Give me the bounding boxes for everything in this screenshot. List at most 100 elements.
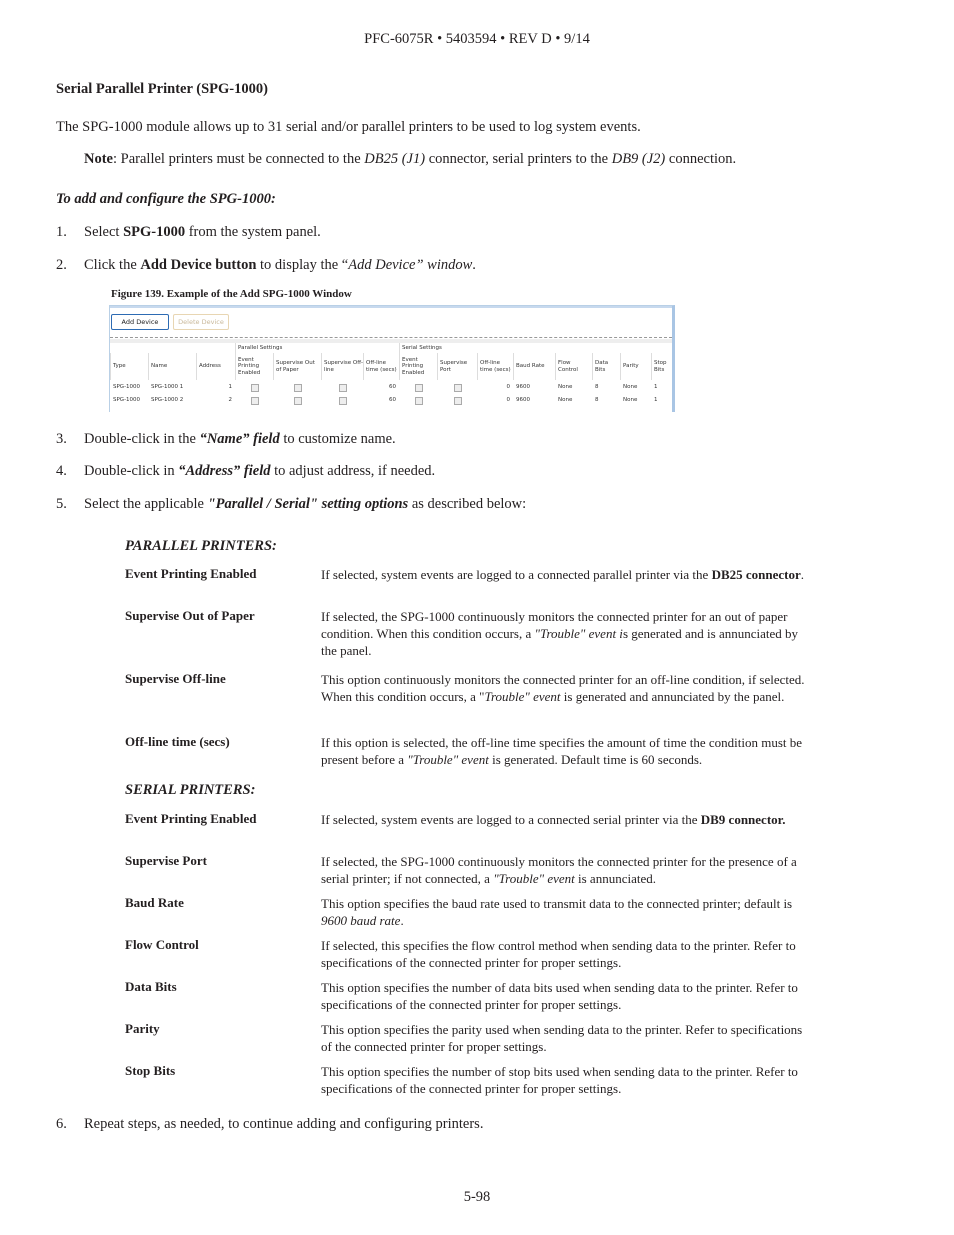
- cell-parity[interactable]: None: [623, 381, 648, 393]
- step-5: 5. Select the applicable "Parallel / Seri…: [56, 496, 526, 513]
- checkbox[interactable]: [339, 384, 347, 392]
- cell-baud[interactable]: 9600: [516, 381, 552, 393]
- option-description: If selected, the SPG-1000 continuously m…: [321, 608, 811, 659]
- checkbox[interactable]: [294, 384, 302, 392]
- column-header[interactable]: Supervise Out of Paper: [273, 353, 321, 380]
- step-number: 6.: [56, 1116, 67, 1132]
- description-text: This option specifies the number of data…: [321, 980, 798, 1012]
- column-header[interactable]: Baud Rate: [513, 353, 555, 380]
- column-header[interactable]: Off-line time (secs): [363, 353, 399, 380]
- column-header[interactable]: Address: [196, 353, 235, 380]
- column-header[interactable]: Name: [148, 353, 196, 380]
- checkbox[interactable]: [415, 384, 423, 392]
- column-header[interactable]: Stop Bits: [651, 353, 671, 380]
- column-header[interactable]: Type: [110, 353, 148, 380]
- figure-caption: Figure 139. Example of the Add SPG-1000 …: [111, 288, 352, 300]
- step-italic: Add Device” window: [348, 257, 473, 273]
- step-text: to display the “: [256, 257, 349, 273]
- cell-p-time[interactable]: 60: [366, 381, 396, 393]
- description-italic: "Trouble" event: [493, 871, 575, 886]
- option-description: If selected, system events are logged to…: [321, 566, 811, 583]
- column-header[interactable]: Off-line time (secs): [477, 353, 513, 380]
- column-header[interactable]: Data Bits: [592, 353, 620, 380]
- add-device-window: Add Device Delete Device Parallel Settin…: [109, 305, 675, 412]
- checkbox[interactable]: [339, 397, 347, 405]
- checkbox[interactable]: [251, 397, 259, 405]
- option-term: Parity: [125, 1021, 160, 1036]
- cell-s-time[interactable]: 0: [480, 394, 511, 406]
- page-number: 5-98: [463, 1189, 491, 1205]
- option-term: Event Printing Enabled: [125, 566, 257, 581]
- option-term: Off-line time (secs): [125, 734, 230, 749]
- column-header[interactable]: Supervise Port: [437, 353, 477, 380]
- description-text: .: [800, 567, 804, 582]
- column-header[interactable]: Flow Control: [555, 353, 592, 380]
- step-number: 5.: [56, 496, 67, 512]
- add-device-button[interactable]: Add Device: [111, 314, 169, 330]
- option-term: Supervise Out of Paper: [125, 608, 255, 623]
- description-text: is generated. Default time is 60 seconds…: [488, 752, 703, 767]
- cell-name[interactable]: SPG-1000 1: [151, 381, 193, 393]
- cell-s-time[interactable]: 0: [480, 381, 511, 393]
- column-header[interactable]: Parity: [620, 353, 651, 380]
- cell-data-bits[interactable]: 8: [595, 381, 617, 393]
- step-text: Click the: [84, 257, 141, 273]
- cell-stop-bits[interactable]: 1: [654, 381, 668, 393]
- column-header[interactable]: Supervise Off-line: [321, 353, 363, 380]
- description-text: .: [400, 913, 404, 928]
- option-term: Stop Bits: [125, 1063, 176, 1078]
- cell-stop-bits[interactable]: 1: [654, 394, 668, 406]
- step-text: Repeat steps, as needed, to continue add…: [84, 1116, 484, 1132]
- checkbox[interactable]: [454, 384, 462, 392]
- description-bold: DB9 connector.: [700, 812, 786, 827]
- step-text: .: [472, 257, 476, 273]
- cell-name[interactable]: SPG-1000 2: [151, 394, 193, 406]
- step-text: from the system panel.: [185, 224, 321, 240]
- delete-device-button[interactable]: Delete Device: [173, 314, 229, 330]
- note-label: Note: [84, 151, 113, 167]
- cell-flow[interactable]: None: [558, 381, 589, 393]
- cell-parity[interactable]: None: [623, 394, 648, 406]
- option-description: If selected, the SPG-1000 continuously m…: [321, 853, 811, 887]
- step-number: 4.: [56, 463, 67, 479]
- cell-baud[interactable]: 9600: [516, 394, 552, 406]
- step-1: 1. Select SPG-1000 from the system panel.: [56, 224, 321, 241]
- checkbox[interactable]: [294, 397, 302, 405]
- step-text: to customize name.: [279, 431, 396, 447]
- checkbox[interactable]: [251, 384, 259, 392]
- column-header[interactable]: Event Printing Enabled: [399, 353, 437, 380]
- checkbox[interactable]: [454, 397, 462, 405]
- description-italic: "Trouble" event i: [534, 626, 623, 641]
- description-text: is annunciated.: [574, 871, 656, 886]
- checkbox[interactable]: [415, 397, 423, 405]
- cell-address[interactable]: 2: [199, 394, 233, 406]
- step-text: to adjust address, if needed.: [270, 463, 436, 479]
- cell-type[interactable]: SPG-1000: [113, 394, 145, 406]
- intro-paragraph: The SPG-1000 module allows up to 31 seri…: [56, 119, 641, 135]
- note-paragraph: Note: Parallel printers must be connecte…: [84, 151, 736, 168]
- step-text: Double-click in: [84, 463, 179, 479]
- note-db25: DB25 (J1): [364, 151, 426, 167]
- column-header[interactable]: Event Printing Enabled: [235, 353, 273, 380]
- step-text: as described below:: [408, 496, 527, 512]
- description-text: If selected, this specifies the flow con…: [321, 938, 796, 970]
- option-description: If selected, this specifies the flow con…: [321, 937, 811, 971]
- option-description: If this option is selected, the off-line…: [321, 734, 811, 768]
- step-2: 2. Click the Add Device button to display…: [56, 257, 476, 274]
- cell-p-time[interactable]: 60: [366, 394, 396, 406]
- step-bold-italic: "Parallel / Serial" setting options: [207, 496, 409, 512]
- cell-address[interactable]: 1: [199, 381, 233, 393]
- group-serial-settings: Serial Settings: [399, 343, 672, 353]
- step-bold-italic: “Name” field: [199, 431, 280, 447]
- cell-flow[interactable]: None: [558, 394, 589, 406]
- description-text: If selected, system events are logged to…: [321, 567, 712, 582]
- cell-type[interactable]: SPG-1000: [113, 381, 145, 393]
- description-bold: DB25 connector: [711, 567, 801, 582]
- note-text: : Parallel printers must be connected to…: [113, 151, 365, 167]
- step-3: 3. Double-click in the “Name” field to cu…: [56, 431, 396, 448]
- option-term: Supervise Port: [125, 853, 207, 868]
- serial-printers-heading: SERIAL PRINTERS:: [125, 782, 256, 798]
- window-top-border: [110, 306, 672, 308]
- cell-data-bits[interactable]: 8: [595, 394, 617, 406]
- step-number: 1.: [56, 224, 67, 240]
